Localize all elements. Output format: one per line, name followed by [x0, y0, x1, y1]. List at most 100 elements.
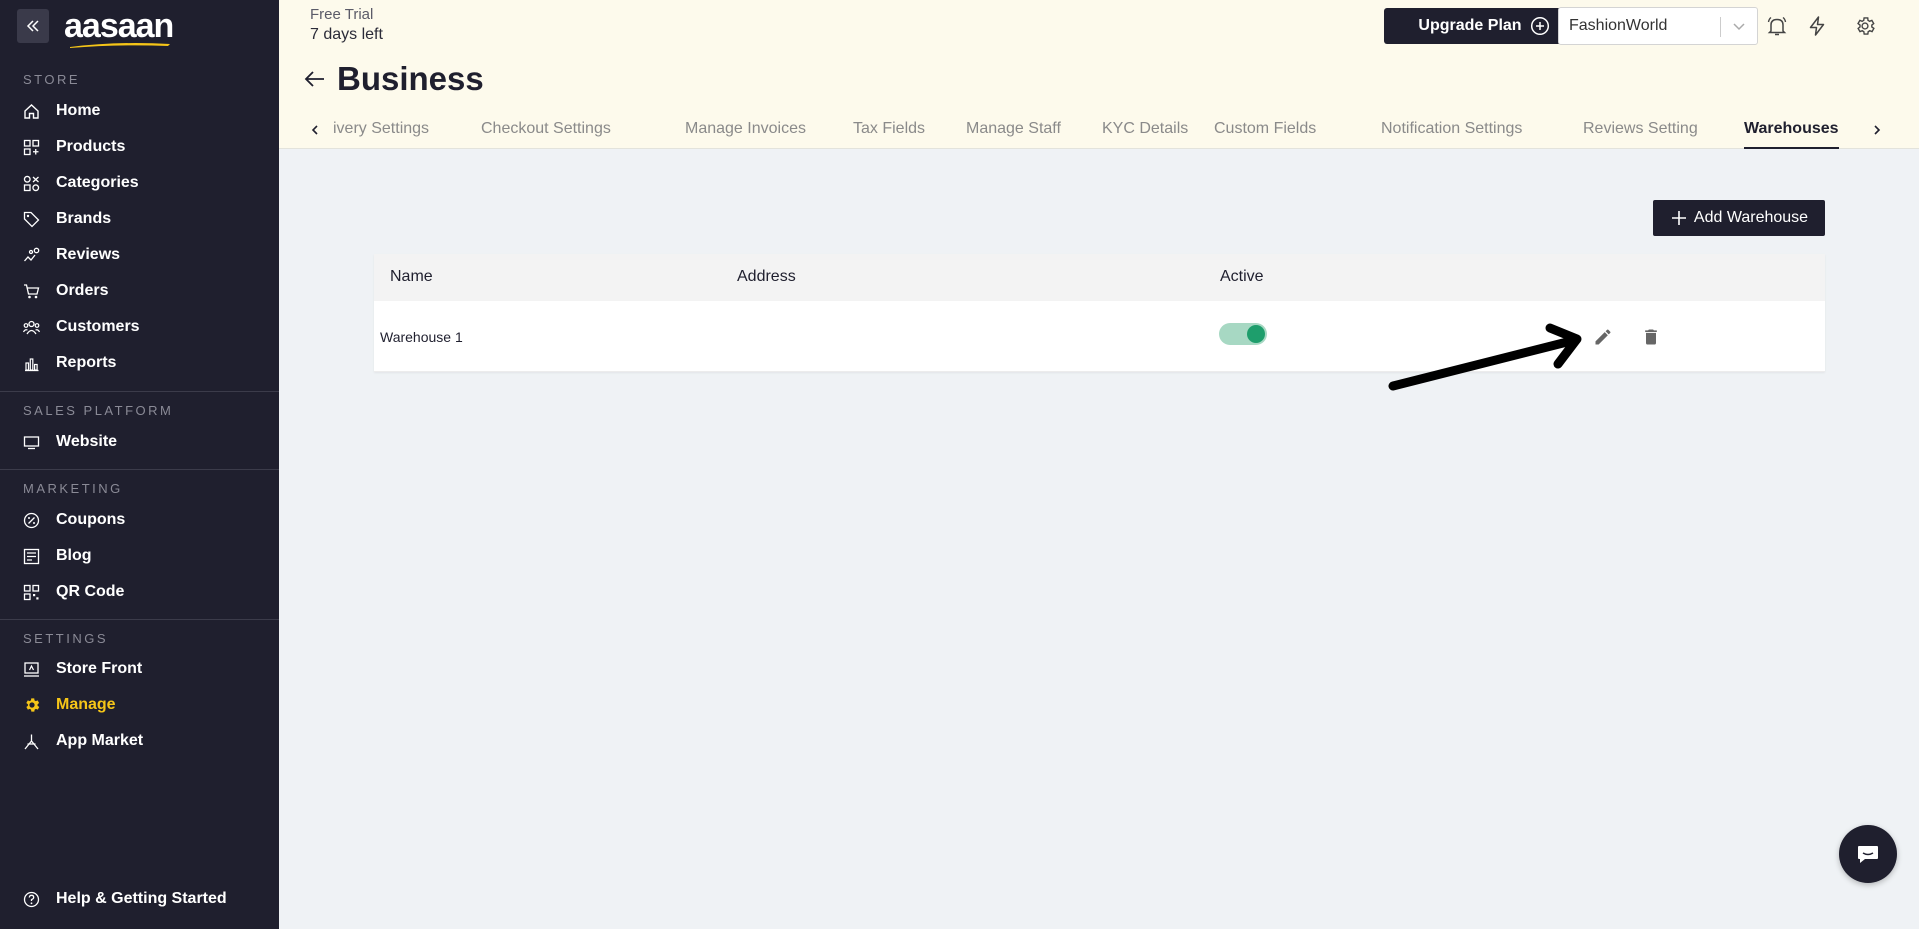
column-header-address: Address [737, 268, 796, 285]
tab-tax-fields[interactable]: Tax Fields [853, 114, 925, 149]
double-chevron-left-icon [26, 20, 39, 32]
sidebar-item-label: Home [56, 102, 101, 119]
sidebar-item-label: Website [56, 433, 118, 450]
blog-icon [22, 547, 41, 566]
sidebar-item-label: Store Front [56, 660, 143, 677]
help-icon [22, 890, 41, 909]
sidebar-item-help[interactable]: Help & Getting Started [0, 881, 227, 917]
sidebar-item-customers[interactable]: Customers [0, 309, 279, 345]
chevron-left-icon [311, 125, 318, 135]
chevron-right-icon [1874, 125, 1881, 135]
active-toggle[interactable] [1219, 323, 1267, 345]
sidebar-item-qr-code[interactable]: QR Code [0, 574, 279, 610]
reviews-icon [22, 246, 41, 265]
tab-manage-invoices[interactable]: Manage Invoices [685, 114, 806, 149]
sidebar-item-products[interactable]: Products [0, 129, 279, 165]
pencil-icon [1595, 329, 1611, 345]
lightning-icon [1809, 16, 1825, 36]
logo-text: aasaan [64, 7, 174, 45]
sidebar-item-reports[interactable]: Reports [0, 345, 279, 381]
settings-tabs: ivery Settings Checkout Settings Manage … [311, 114, 1891, 149]
chat-button[interactable] [1839, 825, 1897, 883]
app-market-icon [22, 732, 41, 751]
sidebar-item-website[interactable]: Website [0, 424, 279, 460]
arrow-left-icon [304, 71, 324, 87]
delete-button[interactable] [1639, 325, 1663, 349]
logo-swoosh [70, 43, 170, 48]
customers-icon [22, 318, 41, 337]
sidebar-item-label: App Market [56, 732, 144, 749]
warehouses-table: Name Address Active Warehouse 1 [374, 254, 1825, 372]
sidebar-item-reviews[interactable]: Reviews [0, 237, 279, 273]
trash-icon [1645, 329, 1657, 345]
sidebar-item-label: Reports [56, 354, 117, 371]
categories-icon [22, 174, 41, 193]
sidebar-item-label: Brands [56, 210, 112, 227]
sidebar-item-label: Products [56, 138, 126, 155]
products-icon [22, 138, 41, 157]
gear-icon [1857, 17, 1875, 35]
edit-button[interactable] [1591, 325, 1615, 349]
upgrade-plan-label: Upgrade Plan [1418, 17, 1522, 34]
sidebar-item-orders[interactable]: Orders [0, 273, 279, 309]
sidebar-item-label: Reviews [56, 246, 121, 263]
annotation-arrow [1388, 323, 1582, 391]
plus-icon [1671, 211, 1686, 225]
trial-info: Free Trial 7 days left [310, 5, 383, 45]
add-warehouse-button[interactable]: Add Warehouse [1653, 200, 1825, 236]
sidebar-item-home[interactable]: Home [0, 93, 279, 129]
store-selector[interactable]: FashionWorld [1558, 7, 1758, 45]
sidebar-item-app-market[interactable]: App Market [0, 723, 279, 759]
section-label-store: STORE [23, 72, 81, 87]
sidebar-item-manage[interactable]: Manage [0, 687, 279, 723]
tab-warehouses[interactable]: Warehouses [1744, 114, 1839, 149]
monitor-icon [22, 433, 41, 452]
tab-kyc-details[interactable]: KYC Details [1102, 114, 1188, 149]
store-selector-value: FashionWorld [1569, 17, 1668, 34]
reports-icon [22, 354, 41, 373]
select-separator [1720, 17, 1721, 37]
page-title: Business [337, 60, 484, 97]
sidebar-item-coupons[interactable]: Coupons [0, 502, 279, 538]
tab-notification-settings[interactable]: Notification Settings [1381, 114, 1522, 149]
tabs-scroll-right-button[interactable] [1868, 121, 1886, 139]
trial-days-left: 7 days left [310, 26, 383, 43]
sidebar-item-label: Manage [56, 696, 116, 713]
sidebar-item-label: Blog [56, 547, 92, 564]
logo[interactable]: aasaan [64, 7, 174, 48]
home-icon [22, 102, 41, 121]
gear-icon [22, 696, 41, 715]
sidebar-item-blog[interactable]: Blog [0, 538, 279, 574]
back-button[interactable] [302, 66, 328, 92]
warehouse-name: Warehouse 1 [380, 329, 463, 345]
column-header-name: Name [390, 268, 433, 285]
tag-icon [22, 210, 41, 229]
tab-manage-staff[interactable]: Manage Staff [966, 114, 1061, 149]
upgrade-plan-button[interactable]: Upgrade Plan [1384, 8, 1584, 44]
sidebar-item-categories[interactable]: Categories [0, 165, 279, 201]
sidebar-item-label: Orders [56, 282, 109, 299]
chat-bubble-icon [1858, 846, 1878, 863]
table-row: Warehouse 1 [374, 301, 1825, 372]
tab-delivery-settings[interactable]: ivery Settings [333, 114, 429, 149]
sidebar-item-label: QR Code [56, 583, 125, 600]
section-label-marketing: MARKETING [23, 481, 123, 496]
cart-icon [22, 282, 41, 301]
tab-checkout-settings[interactable]: Checkout Settings [481, 114, 611, 149]
tab-reviews-setting[interactable]: Reviews Setting [1583, 114, 1698, 149]
sidebar-item-label: Coupons [56, 511, 126, 528]
settings-button[interactable] [1852, 13, 1878, 39]
collapse-sidebar-button[interactable] [17, 9, 49, 43]
sidebar-item-store-front[interactable]: Store Front [0, 651, 279, 687]
sidebar-item-brands[interactable]: Brands [0, 201, 279, 237]
sidebar-header: aasaan [0, 0, 279, 52]
notifications-button[interactable] [1764, 13, 1790, 39]
sidebar-item-label: Help & Getting Started [56, 890, 227, 907]
tab-custom-fields[interactable]: Custom Fields [1214, 114, 1316, 149]
qr-code-icon [22, 583, 41, 602]
plus-circle-icon [1530, 16, 1549, 36]
tabs-scroll-left-button[interactable] [306, 121, 324, 139]
quick-actions-button[interactable] [1804, 13, 1830, 39]
sidebar-item-label: Customers [56, 318, 140, 335]
chevron-down-icon [1733, 23, 1745, 31]
